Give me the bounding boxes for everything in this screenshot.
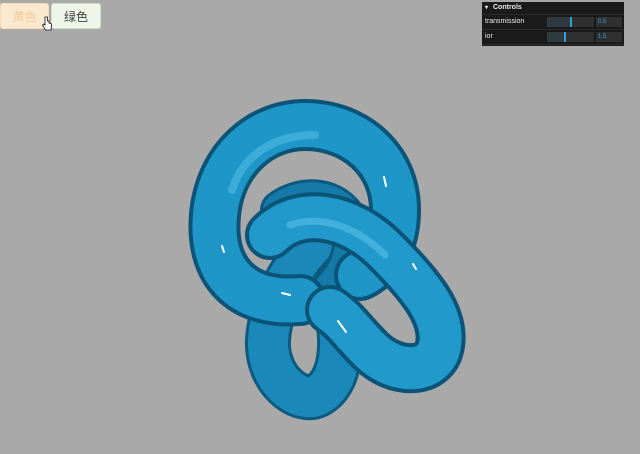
control-row-ior: ior 1.5 [482, 30, 624, 45]
ior-slider-fill [547, 32, 565, 42]
ior-label: ior [485, 33, 493, 40]
control-row-transmission: transmission 0.5 [482, 15, 624, 30]
ior-slider-knob[interactable] [564, 32, 566, 42]
controls-panel-header[interactable]: ▾ Controls [482, 2, 624, 15]
torus-knot-canvas[interactable] [0, 0, 640, 454]
torus-knot [188, 99, 466, 421]
chevron-down-icon: ▾ [485, 5, 489, 11]
ior-value-input[interactable]: 1.5 [596, 32, 622, 42]
transmission-slider[interactable] [547, 17, 594, 27]
controls-title: Controls [493, 4, 522, 11]
green-color-button[interactable]: 绿色 [51, 3, 101, 29]
ior-slider[interactable] [547, 32, 594, 42]
transmission-label: transmission [485, 18, 525, 25]
transmission-slider-fill [547, 17, 571, 27]
cursor-pointer-icon [41, 16, 52, 31]
controls-panel: ▾ Controls transmission 0.5 ior 1.5 [482, 2, 624, 46]
transmission-slider-knob[interactable] [570, 17, 572, 27]
transmission-value-input[interactable]: 0.5 [596, 17, 622, 27]
